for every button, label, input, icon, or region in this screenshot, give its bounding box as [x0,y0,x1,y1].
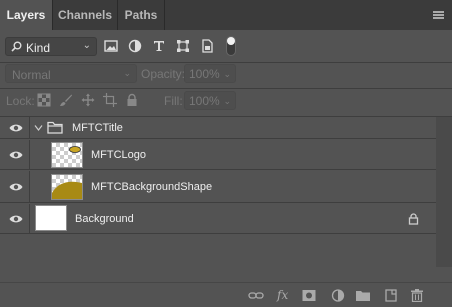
shape-layer-filter-icon[interactable] [175,38,191,54]
lock-all-icon[interactable] [125,93,139,107]
layer-name: Background [75,213,134,225]
chevron-down-icon: ⌄ [82,40,91,51]
fill-field[interactable]: 100% ⌄ [184,91,236,110]
layer-thumbnail [51,142,83,168]
layer-row[interactable]: MFTCLogo [0,140,436,170]
opacity-value: 100% [189,67,220,81]
link-layers-icon[interactable] [248,289,264,302]
layer-row-group[interactable]: MFTCTitle [0,117,436,139]
tab-layers[interactable]: Layers [0,0,52,30]
layers-list: MFTCTitle MFTCLogo MFTCBackgroundShape B… [0,117,436,234]
adjustment-layer-filter-icon[interactable] [127,38,143,54]
layers-scrollbar[interactable] [436,117,452,267]
lock-transparent-pixels-icon[interactable] [37,93,51,107]
logo-thumbnail-icon [69,146,81,153]
divider [0,62,452,63]
layer-thumbnail [35,205,67,231]
chevron-down-icon: ⌄ [223,96,231,106]
eye-icon[interactable] [9,182,23,192]
chevron-down-icon: ⌄ [123,68,131,78]
layer-name: MFTCTitle [72,122,123,134]
lock-position-icon[interactable] [81,93,95,107]
blend-mode-value: Normal [12,68,51,82]
pixel-layer-filter-icon[interactable] [103,38,119,54]
tab-bar: Layers Channels Paths [0,0,452,30]
adjustment-layer-icon[interactable] [331,289,345,302]
delete-layer-icon[interactable] [410,289,424,302]
lock-icon[interactable] [408,213,419,225]
tab-separator [164,0,165,30]
chevron-down-icon[interactable] [34,124,43,132]
type-layer-filter-icon[interactable] [151,38,167,54]
layers-footer: fx [0,282,452,307]
fill-value: 100% [189,94,220,108]
lock-artboard-icon[interactable] [103,93,117,107]
eye-icon[interactable] [9,150,23,160]
layer-row[interactable]: MFTCBackgroundShape [0,171,436,203]
opacity-label: Opacity: [141,67,186,81]
eye-icon[interactable] [9,123,23,133]
fx-icon[interactable]: fx [277,288,288,302]
new-group-icon[interactable] [355,289,371,302]
fill-label: Fill: [164,94,183,108]
new-layer-icon[interactable] [384,289,398,302]
smart-object-filter-icon[interactable] [199,38,215,54]
layer-thumbnail [51,174,83,200]
eye-icon[interactable] [9,214,23,224]
opacity-field[interactable]: 100% ⌄ [184,64,236,83]
filter-kind-label: Kind [26,41,51,55]
panel-menu-icon[interactable] [433,11,444,19]
layer-name: MFTCBackgroundShape [91,181,213,193]
tab-paths[interactable]: Paths [118,0,164,30]
search-icon [11,41,22,52]
add-mask-icon[interactable] [302,289,316,302]
folder-icon [47,121,63,134]
layer-name: MFTCLogo [91,149,147,161]
lock-image-pixels-icon[interactable] [59,93,73,107]
layer-row-background[interactable]: Background [0,204,436,234]
tab-channels[interactable]: Channels [53,0,117,30]
lock-label: Lock: [6,94,35,108]
divider [0,88,452,89]
filter-kind-select[interactable]: Kind ⌄ [5,37,97,56]
blend-mode-select[interactable]: Normal ⌄ [5,64,137,83]
shape-thumbnail-icon [52,181,82,199]
filter-toggle-icon[interactable] [226,36,236,56]
chevron-down-icon: ⌄ [223,69,231,79]
